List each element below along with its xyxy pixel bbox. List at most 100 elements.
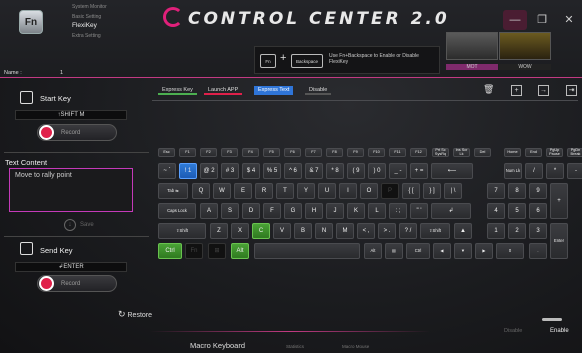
key-caps-9[interactable]: L xyxy=(368,203,386,219)
key-0-fn[interactable]: Esc xyxy=(158,148,175,157)
save-button[interactable]: Save xyxy=(80,222,94,228)
key-shift-4[interactable]: V xyxy=(273,223,291,239)
key-ctrl-10[interactable]: ▶ xyxy=(475,243,493,259)
close-button[interactable]: ✕ xyxy=(557,10,581,30)
key-12-fn[interactable]: F12 xyxy=(410,148,427,157)
key-shift-11[interactable]: ⇧Shift xyxy=(420,223,450,239)
key-ctrl-5[interactable]: Alt xyxy=(364,243,382,259)
key-tab-12[interactable]: } ] xyxy=(423,183,441,199)
profile-label-mot[interactable]: MOT xyxy=(446,64,498,70)
key-num-2[interactable]: @ 2 xyxy=(200,163,218,179)
key-num-15[interactable]: / xyxy=(525,163,543,179)
key-tab-13[interactable]: | \ xyxy=(444,183,462,199)
key-ctrl-12[interactable]: . xyxy=(529,243,547,259)
menu-system-monitor[interactable]: System Monitor xyxy=(72,4,107,10)
key-tab-15[interactable]: 8 xyxy=(508,183,526,199)
key-caps-10[interactable]: : ; xyxy=(389,203,407,219)
key-shift-15[interactable]: 3 xyxy=(529,223,547,239)
key-shift-0[interactable]: ⇧Shift xyxy=(158,223,206,239)
key-caps-8[interactable]: K xyxy=(347,203,365,219)
key-tab-0[interactable]: Tab ⇆ xyxy=(158,183,188,199)
menu-extra-setting[interactable]: Extra Setting xyxy=(72,33,101,39)
key-num-16[interactable]: * xyxy=(546,163,564,179)
apply-icon[interactable]: ⇥ xyxy=(566,85,577,96)
key-3-fn[interactable]: F3 xyxy=(221,148,238,157)
key-caps-5[interactable]: G xyxy=(284,203,302,219)
key-num-6[interactable]: ^ 6 xyxy=(284,163,302,179)
key-tab-4[interactable]: R xyxy=(255,183,273,199)
key-13-fn[interactable]: Prt Sc SysRq xyxy=(432,148,449,157)
key-tab-9[interactable]: O xyxy=(360,183,378,199)
enable-toggle[interactable]: Disable Enable xyxy=(500,318,570,334)
key-tab-17[interactable]: + xyxy=(550,183,568,219)
key-caps-11[interactable]: " ' xyxy=(410,203,428,219)
key-shift-16[interactable]: Enter xyxy=(550,223,568,259)
profile-label-wow[interactable]: WOW xyxy=(499,64,551,70)
tab-statistics[interactable]: Statistics xyxy=(286,344,304,349)
restore-button[interactable]: ↻ Restore xyxy=(118,309,152,320)
key-num-9[interactable]: ( 9 xyxy=(347,163,365,179)
key-tab-1[interactable]: Q xyxy=(192,183,210,199)
key-2-fn[interactable]: F2 xyxy=(200,148,217,157)
minimize-button[interactable]: — xyxy=(503,10,527,30)
key-num-14[interactable]: Num Lk xyxy=(504,163,522,179)
key-ctrl-11[interactable]: 0 xyxy=(496,243,524,259)
key-ctrl-3[interactable]: Alt xyxy=(231,243,249,259)
key-tab-11[interactable]: { [ xyxy=(402,183,420,199)
key-tab-3[interactable]: E xyxy=(234,183,252,199)
export-icon[interactable]: → xyxy=(538,85,549,96)
key-shift-1[interactable]: Z xyxy=(210,223,228,239)
key-ctrl-2[interactable]: ⊞ xyxy=(208,243,226,259)
key-caps-13[interactable]: 4 xyxy=(487,203,505,219)
key-8-fn[interactable]: F8 xyxy=(326,148,343,157)
key-caps-1[interactable]: A xyxy=(200,203,218,219)
key-caps-2[interactable]: S xyxy=(221,203,239,219)
text-content-field[interactable] xyxy=(9,168,133,212)
key-4-fn[interactable]: F4 xyxy=(242,148,259,157)
tab-express-text[interactable]: Express Text xyxy=(254,86,294,95)
tab-disable[interactable]: Disable xyxy=(305,86,332,95)
name-value[interactable]: 1 xyxy=(60,70,63,76)
import-icon[interactable]: + xyxy=(511,85,522,96)
key-tab-5[interactable]: T xyxy=(276,183,294,199)
profile-thumb-mot[interactable] xyxy=(446,32,498,60)
key-18-fn[interactable]: PgUp Pause xyxy=(546,148,563,157)
key-num-12[interactable]: + = xyxy=(410,163,428,179)
key-num-17[interactable]: - xyxy=(567,163,582,179)
start-key-record-button[interactable]: Record xyxy=(37,124,117,141)
key-caps-0[interactable]: Caps Lock xyxy=(158,203,196,219)
key-caps-7[interactable]: J xyxy=(326,203,344,219)
key-num-0[interactable]: ~ ` xyxy=(158,163,176,179)
key-num-11[interactable]: _ - xyxy=(389,163,407,179)
key-caps-6[interactable]: H xyxy=(305,203,323,219)
tab-macro-keyboard[interactable]: Macro Keyboard xyxy=(190,341,245,350)
key-5-fn[interactable]: F5 xyxy=(263,148,280,157)
key-num-13[interactable]: ⟵ xyxy=(431,163,473,179)
trash-icon[interactable]: 🗑 xyxy=(483,85,494,96)
key-ctrl-7[interactable]: Ctrl xyxy=(406,243,430,259)
key-ctrl-4[interactable] xyxy=(254,243,360,259)
key-num-4[interactable]: $ 4 xyxy=(242,163,260,179)
key-17-fn[interactable]: End xyxy=(525,148,542,157)
key-tab-7[interactable]: U xyxy=(318,183,336,199)
profile-thumb-wow[interactable] xyxy=(499,32,551,60)
key-15-fn[interactable]: Del xyxy=(474,148,491,157)
key-num-5[interactable]: % 5 xyxy=(263,163,281,179)
key-caps-12[interactable]: ↲ xyxy=(431,203,471,219)
key-14-fn[interactable]: Ins Scr Lk xyxy=(453,148,470,157)
key-shift-10[interactable]: ? / xyxy=(399,223,417,239)
key-10-fn[interactable]: F10 xyxy=(368,148,385,157)
key-caps-15[interactable]: 6 xyxy=(529,203,547,219)
key-caps-4[interactable]: F xyxy=(263,203,281,219)
key-9-fn[interactable]: F9 xyxy=(347,148,364,157)
key-shift-7[interactable]: M xyxy=(336,223,354,239)
key-tab-10[interactable]: P xyxy=(381,183,399,199)
key-1-fn[interactable]: F1 xyxy=(179,148,196,157)
key-tab-14[interactable]: 7 xyxy=(487,183,505,199)
key-shift-5[interactable]: B xyxy=(294,223,312,239)
key-num-7[interactable]: & 7 xyxy=(305,163,323,179)
key-caps-14[interactable]: 5 xyxy=(508,203,526,219)
key-shift-2[interactable]: X xyxy=(231,223,249,239)
key-ctrl-1[interactable]: Fn xyxy=(185,243,203,259)
key-tab-2[interactable]: W xyxy=(213,183,231,199)
